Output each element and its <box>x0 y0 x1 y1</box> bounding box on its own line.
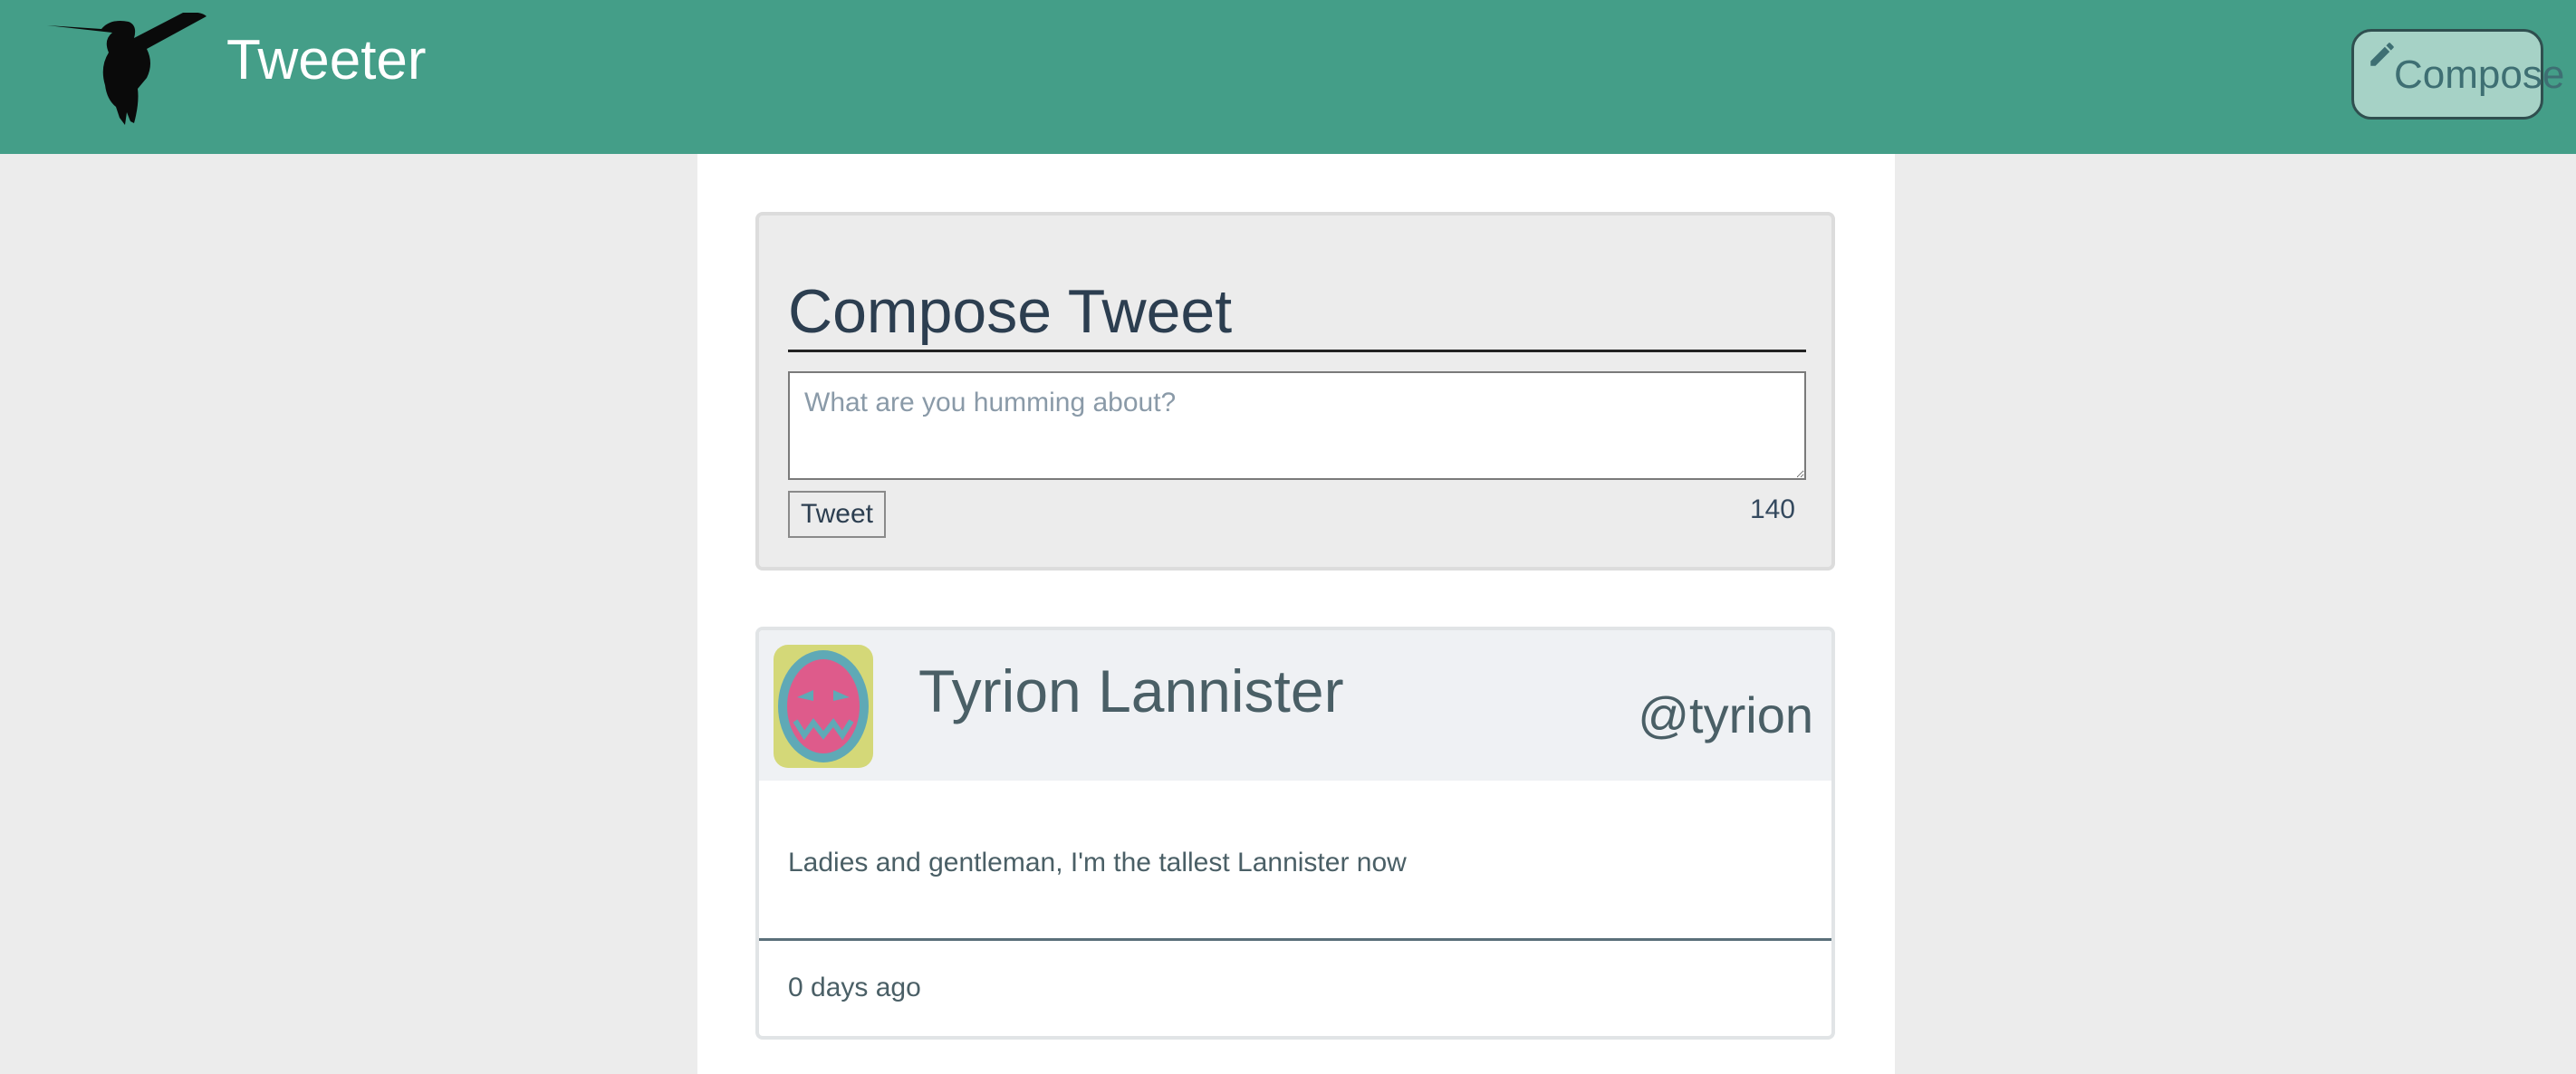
main-container: Compose Tweet Tweet 140 Tyrion Lannister… <box>697 154 1895 1074</box>
tweet-author-handle: @tyrion <box>1638 686 1813 743</box>
hummingbird-icon <box>47 13 207 125</box>
tweet-card: Tyrion Lannister @tyrion Ladies and gent… <box>755 627 1835 1040</box>
tweet-author-name: Tyrion Lannister <box>918 657 1344 724</box>
compose-section: Compose Tweet Tweet 140 <box>755 212 1835 571</box>
compose-toggle-button[interactable]: Compose <box>2351 29 2564 120</box>
tweet-divider <box>759 938 1831 941</box>
character-counter: 140 <box>1749 494 1795 524</box>
tweet-timestamp: 0 days ago <box>788 973 921 1002</box>
app-title: Tweeter <box>226 29 427 91</box>
tweet-header: Tyrion Lannister @tyrion <box>759 630 1831 781</box>
avatar <box>774 645 873 768</box>
tweet-submit-button[interactable]: Tweet <box>788 491 886 538</box>
tweet-text: Ladies and gentleman, I'm the tallest La… <box>788 848 1407 877</box>
compose-title: Compose Tweet <box>788 277 1233 346</box>
face-avatar <box>778 650 869 762</box>
pencil-icon <box>2370 43 2394 66</box>
top-nav: Tweeter Compose <box>0 0 2576 154</box>
tweet-textarea[interactable] <box>788 371 1806 480</box>
compose-toggle-label: Compose <box>2394 53 2565 97</box>
compose-title-underline <box>788 350 1806 352</box>
